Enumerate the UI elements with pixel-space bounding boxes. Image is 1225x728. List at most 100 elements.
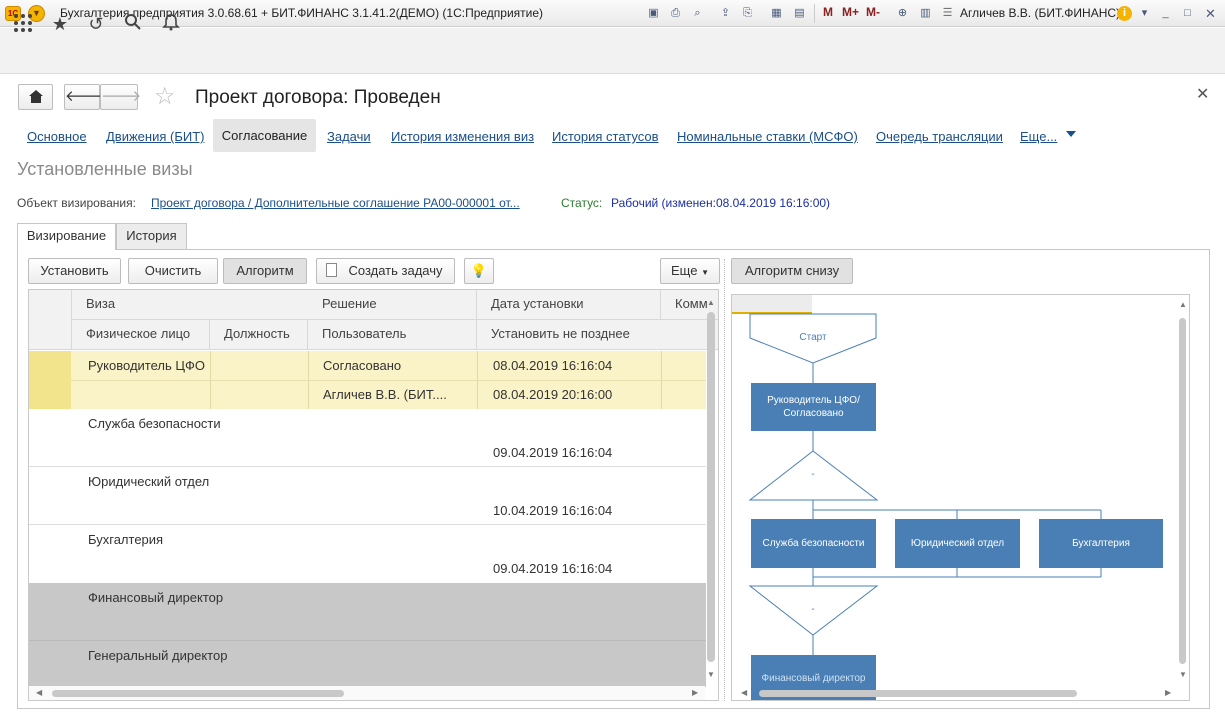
form-title: Проект договора: Проведен	[195, 87, 441, 108]
calendar-icon[interactable]: ▤	[792, 6, 807, 21]
table-header-marker	[29, 290, 72, 350]
link-approval-active[interactable]: Согласование	[213, 119, 316, 152]
add-to-favorites-icon[interactable]: ☆	[154, 82, 176, 111]
current-user[interactable]: Агличев В.В. (БИТ.ФИНАНС)	[960, 6, 1120, 20]
cell-viza: Юридический отдел	[88, 474, 210, 489]
cell-user: Агличев В.В. (БИТ....	[323, 387, 447, 402]
tab-history[interactable]: История	[116, 223, 187, 249]
scroll-right-icon[interactable]: ▶	[692, 688, 698, 697]
object-link[interactable]: Проект договора / Дополнительные соглаше…	[151, 196, 520, 210]
hint-bulb-button[interactable]: 💡	[464, 258, 494, 284]
search-icon[interactable]	[122, 13, 144, 35]
link-movements[interactable]: Движения (БИТ)	[106, 129, 204, 144]
flow-node-manager[interactable]: Руководитель ЦФО/Согласовано	[751, 383, 876, 431]
window-menu-icon[interactable]: ▾	[1137, 6, 1152, 21]
link-visa-history[interactable]: История изменения виз	[391, 129, 534, 144]
cell-viza: Бухгалтерия	[88, 532, 164, 547]
flow-horizontal-scrollbar[interactable]	[759, 690, 1077, 697]
flow-decision-2[interactable]: -	[802, 604, 824, 615]
flow-node-legal[interactable]: Юридический отдел	[895, 519, 1020, 568]
info-icon[interactable]: i	[1117, 6, 1132, 21]
home-button[interactable]	[18, 84, 53, 110]
link-translation-queue[interactable]: Очередь трансляции	[876, 129, 1003, 144]
flow-node-security[interactable]: Служба безопасности	[751, 519, 876, 568]
row-marker	[29, 351, 71, 409]
header-person[interactable]: Физическое лицо	[72, 320, 210, 350]
algorithm-button[interactable]: Алгоритм	[223, 258, 307, 284]
apps-grid-icon[interactable]	[12, 13, 34, 35]
panel-splitter[interactable]	[724, 259, 725, 701]
scroll-left-icon[interactable]: ◀	[36, 688, 42, 697]
preview-icon[interactable]: ⌕	[690, 6, 705, 21]
close-form-icon[interactable]: ✕	[1196, 84, 1209, 104]
create-task-label: Создать задачу	[348, 263, 443, 278]
table-row[interactable]: Финансовый директор	[29, 583, 706, 641]
chevron-down-icon: ▼	[701, 268, 709, 277]
link-more[interactable]: Еще...	[1020, 129, 1057, 144]
flow-node-accounting[interactable]: Бухгалтерия	[1039, 519, 1163, 568]
calculator-icon[interactable]: ▦	[769, 6, 784, 21]
scroll-down-icon[interactable]: ▼	[707, 670, 715, 679]
memory-minus-button[interactable]: M-	[866, 5, 880, 19]
header-deadline[interactable]: Установить не позднее	[477, 320, 718, 350]
maximize-icon[interactable]: □	[1180, 6, 1195, 21]
header-position[interactable]: Должность	[210, 320, 308, 350]
cell-viza: Служба безопасности	[88, 416, 221, 431]
header-decision[interactable]: Решение	[308, 290, 477, 320]
save-icon[interactable]: ▣	[646, 6, 661, 21]
table-vertical-scrollbar[interactable]	[707, 312, 715, 662]
scroll-up-icon[interactable]: ▲	[707, 298, 715, 307]
tab-visiting[interactable]: Визирование	[17, 223, 116, 250]
flow-scroll-up-icon[interactable]: ▲	[1179, 300, 1187, 309]
favorites-star-icon[interactable]: ★	[49, 13, 71, 35]
flow-vertical-scrollbar[interactable]	[1179, 318, 1186, 664]
table-horizontal-scrollbar[interactable]	[52, 690, 344, 697]
flow-scroll-left-icon[interactable]: ◀	[741, 688, 747, 697]
cell-viza: Руководитель ЦФО	[88, 358, 205, 373]
table-row[interactable]: Руководитель ЦФО Согласовано 08.04.2019 …	[29, 351, 706, 409]
visas-table[interactable]: Виза Решение Дата установки Комм Физичес…	[28, 289, 719, 701]
table-row[interactable]: Служба безопасности 09.04.2019 16:16:04	[29, 409, 706, 467]
back-button[interactable]: 🡐	[64, 84, 105, 110]
cell-viza: Генеральный директор	[88, 648, 228, 663]
table-row[interactable]: Генеральный директор	[29, 641, 706, 687]
attach-icon[interactable]: ⎘	[740, 6, 755, 21]
forward-button[interactable]: 🡒	[100, 84, 141, 110]
set-button[interactable]: Установить	[28, 258, 121, 284]
flow-start[interactable]: Старт	[750, 332, 876, 343]
memory-m-button[interactable]: M	[823, 5, 833, 19]
history-icon[interactable]: ↺	[85, 13, 107, 35]
more-dropdown-icon[interactable]	[1066, 131, 1076, 137]
more-button[interactable]: Еще ▼	[660, 258, 720, 284]
flow-scroll-right-icon[interactable]: ▶	[1165, 688, 1171, 697]
header-user[interactable]: Пользователь	[308, 320, 477, 350]
zoom-icon[interactable]: ⊕	[895, 6, 910, 21]
notifications-bell-icon[interactable]	[160, 13, 182, 35]
print-icon[interactable]: ⎙	[668, 6, 683, 21]
header-date-set[interactable]: Дата установки	[477, 290, 661, 320]
flow-scroll-down-icon[interactable]: ▼	[1179, 670, 1187, 679]
document-icon	[326, 263, 337, 277]
link-tasks[interactable]: Задачи	[327, 129, 371, 144]
table-row[interactable]: Бухгалтерия 09.04.2019 16:16:04	[29, 525, 706, 583]
algorithm-bottom-button[interactable]: Алгоритм снизу	[731, 258, 853, 284]
minimize-icon[interactable]: _	[1158, 6, 1173, 21]
approval-flowchart[interactable]: Старт Руководитель ЦФО/Согласовано - Слу…	[731, 294, 1190, 701]
window-close-icon[interactable]: ✕	[1203, 6, 1218, 21]
link-status-history[interactable]: История статусов	[552, 129, 659, 144]
cell-deadline: 09.04.2019 16:16:04	[493, 561, 613, 576]
user-icon: ☰	[942, 7, 953, 19]
object-label: Объект визирования:	[17, 196, 136, 210]
clear-button[interactable]: Очистить	[128, 258, 218, 284]
section-title: Установленные визы	[17, 159, 193, 179]
memory-plus-button[interactable]: M+	[842, 5, 859, 19]
create-task-button[interactable]: Создать задачу	[316, 258, 455, 284]
upload-icon[interactable]: ⇪	[718, 6, 733, 21]
status-label: Статус:	[561, 196, 603, 210]
cell-deadline: 09.04.2019 16:16:04	[493, 445, 613, 460]
link-main[interactable]: Основное	[27, 129, 87, 144]
link-nominal-rates[interactable]: Номинальные ставки (МСФО)	[677, 129, 858, 144]
table-row[interactable]: Юридический отдел 10.04.2019 16:16:04	[29, 467, 706, 525]
panels-icon[interactable]: ▥	[918, 6, 933, 21]
flow-decision-1[interactable]: -	[802, 469, 824, 480]
